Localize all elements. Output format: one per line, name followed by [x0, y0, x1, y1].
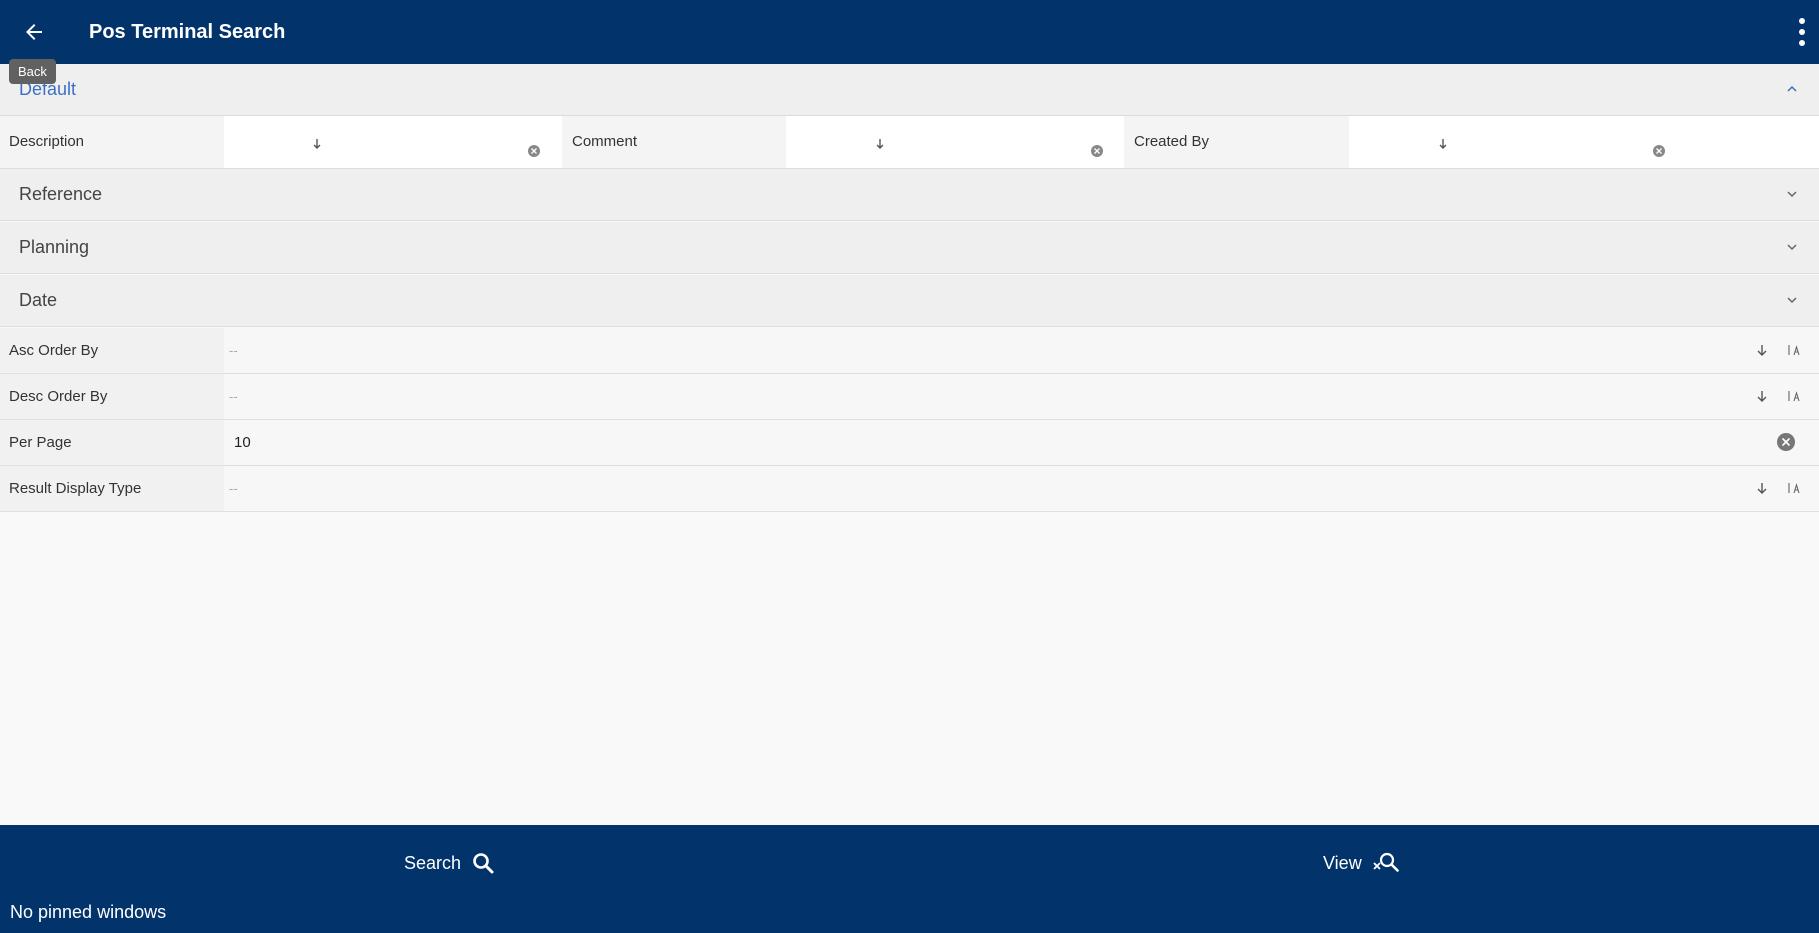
desc-order-by-label: Desc Order By — [0, 374, 224, 419]
asc-order-by-label: Asc Order By — [0, 328, 224, 373]
comment-field[interactable] — [786, 116, 1124, 168]
desc-order-by-row: Desc Order By -- — [0, 374, 1819, 420]
clear-icon[interactable] — [1652, 144, 1666, 158]
section-reference-label: Reference — [19, 184, 103, 204]
result-display-type-placeholder: -- — [229, 481, 238, 496]
arrow-down-icon[interactable] — [1755, 481, 1769, 495]
section-date-label: Date — [19, 290, 58, 310]
result-display-type-label: Result Display Type — [0, 466, 224, 511]
view-button-label: View — [1323, 852, 1362, 873]
sort-alpha-icon[interactable] — [1787, 481, 1801, 495]
result-display-type-row: Result Display Type -- — [0, 466, 1819, 512]
chevron-down-icon — [1787, 191, 1797, 198]
section-planning-label: Planning — [19, 237, 90, 257]
sort-alpha-icon[interactable] — [1787, 389, 1801, 403]
arrow-left-icon — [26, 24, 42, 40]
arrow-down-icon[interactable] — [1755, 343, 1769, 357]
clear-icon[interactable] — [527, 144, 541, 158]
arrow-down-icon — [1439, 139, 1447, 149]
section-planning[interactable]: Planning — [0, 222, 1819, 274]
description-label: Description — [9, 133, 85, 150]
asc-order-by-placeholder: -- — [229, 343, 238, 358]
asc-order-by-row: Asc Order By -- — [0, 328, 1819, 374]
arrow-down-icon — [313, 139, 321, 149]
section-reference[interactable]: Reference — [0, 169, 1819, 221]
default-filters: Description Comment Created By — [0, 116, 1819, 169]
arrow-down-icon — [876, 139, 884, 149]
clear-icon[interactable] — [1776, 432, 1796, 452]
back-button[interactable] — [0, 0, 68, 64]
chevron-down-icon — [1787, 297, 1797, 304]
view-button[interactable]: View — [1323, 847, 1400, 879]
search-button-label: Search — [404, 852, 462, 873]
description-field[interactable] — [224, 116, 562, 168]
created-by-field[interactable] — [1349, 116, 1819, 168]
back-tooltip: Back — [9, 59, 56, 84]
clear-icon[interactable] — [1090, 144, 1104, 158]
per-page-field[interactable]: 10 — [224, 420, 1819, 465]
page-title: Pos Terminal Search — [89, 20, 286, 43]
more-vert-icon[interactable] — [1795, 18, 1809, 46]
asc-order-by-field[interactable]: -- — [224, 328, 1819, 373]
search-off-icon — [1373, 852, 1399, 872]
arrow-down-icon[interactable] — [1755, 389, 1769, 403]
sort-alpha-icon[interactable] — [1787, 343, 1801, 357]
section-date[interactable]: Date — [0, 275, 1819, 327]
per-page-row: Per Page 10 — [0, 420, 1819, 466]
per-page-label: Per Page — [0, 420, 224, 465]
created-by-label: Created By — [1134, 133, 1210, 150]
pinned-windows-text: No pinned windows — [10, 902, 167, 922]
comment-label: Comment — [572, 133, 638, 150]
per-page-value: 10 — [234, 434, 251, 451]
result-display-type-field[interactable]: -- — [224, 466, 1819, 511]
search-icon — [473, 853, 494, 874]
desc-order-by-field[interactable]: -- — [224, 374, 1819, 419]
bottom-action-bar: Search View No pinned windows — [0, 825, 1819, 933]
chevron-down-icon — [1787, 244, 1797, 251]
search-button[interactable]: Search — [404, 847, 495, 879]
top-app-bar: Pos Terminal Search — [0, 0, 1819, 64]
section-default[interactable]: Default — [0, 64, 1819, 116]
desc-order-by-placeholder: -- — [229, 389, 238, 404]
chevron-up-icon — [1787, 85, 1797, 92]
